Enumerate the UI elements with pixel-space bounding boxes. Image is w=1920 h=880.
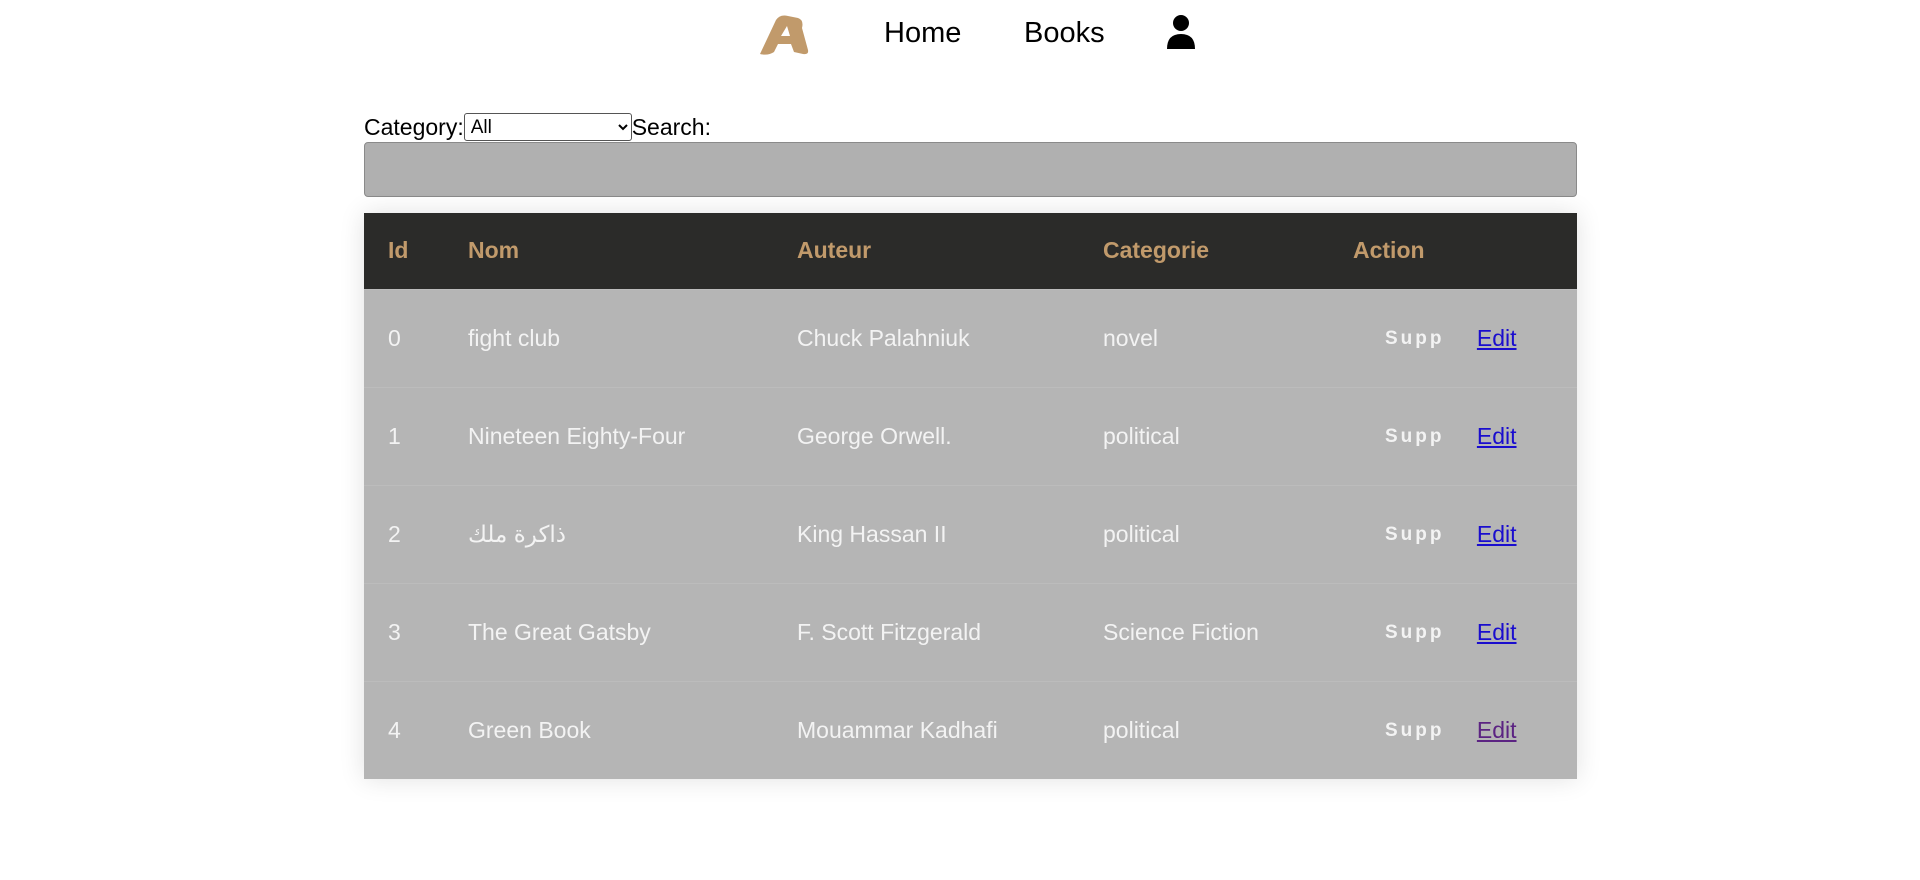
cell-auteur: George Orwell. [797,422,952,449]
cell-id: 2 [388,520,401,547]
category-label: Category: [364,113,464,140]
top-navbar: Home Books [0,0,1920,66]
cell-auteur: King Hassan II [797,520,947,547]
cell-id: 1 [388,422,401,449]
search-label: Search: [631,113,711,140]
cell-nom: ذاكرة ملك [444,485,773,583]
table-body: 0 fight club Chuck Palahniuk novel Supp … [364,289,1577,779]
edit-link[interactable]: Edit [1477,619,1517,646]
cell-nom: The Great Gatsby [468,618,651,645]
filter-bar: Category: All Search: [364,113,711,141]
edit-link[interactable]: Edit [1477,717,1517,744]
edit-link[interactable]: Edit [1477,423,1517,450]
cell-auteur: F. Scott Fitzgerald [797,618,982,645]
nav-link-books[interactable]: Books [1024,16,1105,50]
cell-categorie: novel [1103,324,1158,351]
brand-logo-icon[interactable] [754,12,814,58]
table-header: Id Nom Auteur Categorie Action [364,213,1577,289]
edit-link[interactable]: Edit [1477,521,1517,548]
column-header-action: Action [1353,237,1425,264]
edit-link[interactable]: Edit [1477,325,1517,352]
cell-categorie: political [1103,520,1180,547]
cell-action: Supp Edit [1329,681,1577,779]
nav-link-home[interactable]: Home [884,16,961,50]
column-header-categorie: Categorie [1103,237,1210,264]
cell-id: 0 [388,324,401,351]
table-row: 4 Green Book Mouammar Kadhafi political … [364,681,1577,779]
delete-button[interactable]: Supp [1385,524,1445,546]
cell-nom: fight club [468,324,561,351]
cell-action: Supp Edit [1329,485,1577,583]
cell-categorie: Science Fiction [1103,618,1259,645]
delete-button[interactable]: Supp [1385,720,1445,742]
cell-id: 3 [388,618,401,645]
cell-categorie: political [1103,716,1180,743]
column-header-auteur: Auteur [797,237,872,264]
table-row: 0 fight club Chuck Palahniuk novel Supp … [364,289,1577,387]
books-table-container: Id Nom Auteur Categorie Action 0 fight c… [364,213,1577,779]
cell-nom-text: ذاكرة ملك [468,520,567,547]
column-header-id: Id [388,237,409,264]
cell-auteur: Chuck Palahniuk [797,324,970,351]
cell-auteur: Mouammar Kadhafi [797,716,998,743]
cell-nom: Green Book [468,716,591,743]
column-header-nom: Nom [468,237,520,264]
cell-action: Supp Edit [1329,583,1577,681]
cell-id: 4 [388,716,401,743]
cell-categorie: political [1103,422,1180,449]
search-input[interactable] [364,142,1577,197]
cell-action: Supp Edit [1329,289,1577,387]
books-table: Id Nom Auteur Categorie Action 0 fight c… [364,213,1577,779]
cell-nom: Nineteen Eighty-Four [468,422,686,449]
delete-button[interactable]: Supp [1385,622,1445,644]
cell-action: Supp Edit [1329,387,1577,485]
table-row: 1 Nineteen Eighty-Four George Orwell. po… [364,387,1577,485]
category-select[interactable]: All [463,113,632,141]
user-account-icon[interactable] [1166,14,1196,50]
table-header-row: Id Nom Auteur Categorie Action [364,213,1577,289]
delete-button[interactable]: Supp [1385,328,1445,350]
delete-button[interactable]: Supp [1385,426,1445,448]
table-row: 2 ذاكرة ملك King Hassan II political Sup… [364,485,1577,583]
table-row: 3 The Great Gatsby F. Scott Fitzgerald S… [364,583,1577,681]
